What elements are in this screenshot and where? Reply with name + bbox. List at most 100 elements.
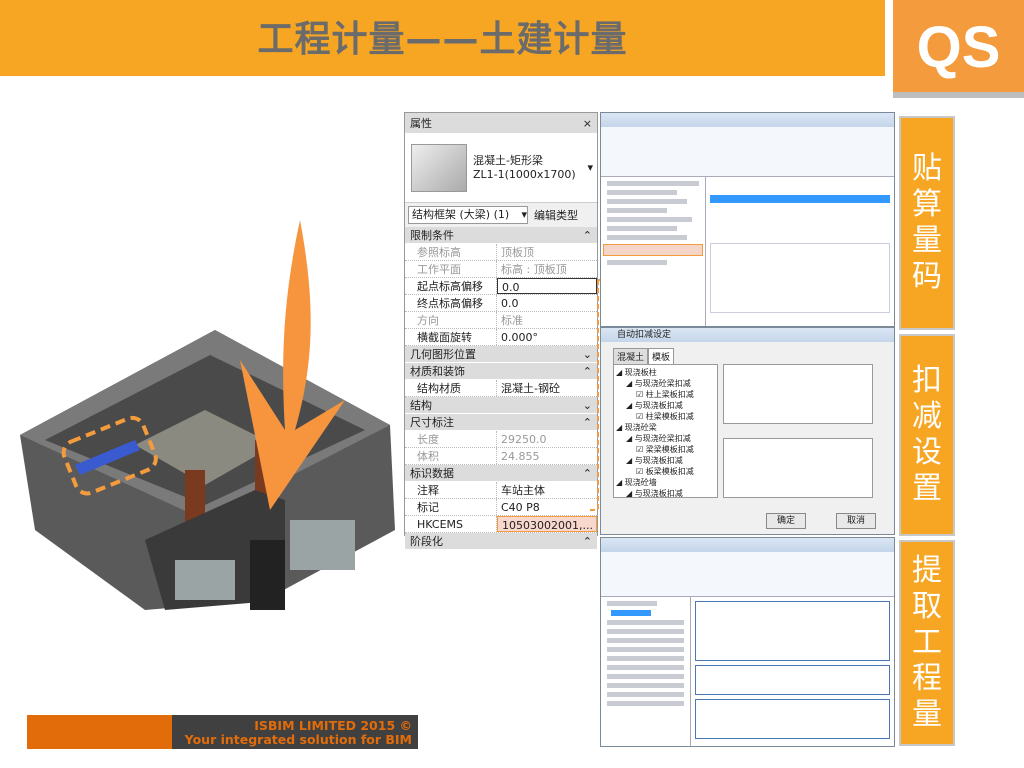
section-name: 标识数据 (410, 467, 454, 480)
property-row: 起点标高偏移 0.0 (405, 278, 597, 295)
tree-item[interactable]: ◢ 与现浇砼梁扣减 (616, 433, 715, 444)
property-value[interactable]: 0.0 (497, 278, 597, 294)
tree-item[interactable]: ◢ 与现浇板扣减 (616, 488, 715, 499)
collapse-icon[interactable]: ⌃ (583, 533, 592, 549)
tabs: 混凝土 模板 (613, 348, 675, 365)
properties-panel: 属性 × 混凝土-矩形梁 ZL1-1(1000x1700) ▾ 结构框架 (大梁) … (404, 112, 598, 550)
section-header[interactable]: 尺寸标注 ⌃ (405, 414, 597, 431)
tree-item-label: 与现浇板扣减 (634, 489, 683, 498)
tree-item-label: 与现浇板扣减 (634, 401, 683, 410)
building-model-image (20, 220, 395, 610)
tree-item[interactable]: ☑ 柱上梁板扣减 (616, 389, 715, 400)
tree-item[interactable]: ◢ 与现浇板扣减 (616, 400, 715, 411)
property-value: 24.855 (501, 450, 540, 463)
property-name: 横截面旋转 (405, 329, 497, 345)
section-header[interactable]: 几何图形位置 ⌄ (405, 346, 597, 363)
property-row: 工作平面 标高 : 顶板顶 (405, 261, 597, 278)
property-row: 终点标高偏移 0.0 (405, 295, 597, 312)
category-value: 结构框架 (大梁) (1) (412, 208, 510, 221)
tree-item-label: 与现浇板扣减 (634, 456, 683, 465)
category-select[interactable]: 结构框架 (大梁) (1) ▾ (408, 206, 528, 224)
tree-item[interactable]: ☑ 梁梁模板扣减 (616, 444, 715, 455)
property-value[interactable]: 车站主体 (497, 482, 597, 498)
section-name: 尺寸标注 (410, 416, 454, 429)
dialog-title: 自动扣减设定 (601, 328, 894, 342)
section-header[interactable]: 材质和装饰 ⌃ (405, 363, 597, 380)
tree-item-label: 梁梁模板扣减 (645, 445, 694, 454)
tree-item-label: 现浇砼墙 (624, 478, 657, 487)
section-name: 材质和装饰 (410, 365, 465, 378)
ribbon (601, 127, 894, 177)
auto-deduction-dialog: 自动扣减设定 混凝土 模板 ◢ 现浇板柱 ◢ 与现浇砼梁扣减 ☑ 柱上梁板扣减 ◢ 与… (600, 327, 895, 535)
cancel-button[interactable]: 取消 (836, 513, 876, 529)
tab-formwork[interactable]: 模板 (648, 348, 675, 365)
tree-item-label: 柱上梁板扣减 (645, 390, 694, 399)
property-value[interactable]: C40 P8 (497, 499, 597, 515)
edit-type-button[interactable]: 编辑类型 (534, 207, 578, 223)
property-row: 横截面旋转 0.000° (405, 329, 597, 346)
section-header[interactable]: 阶段化 ⌃ (405, 533, 597, 550)
type-selector[interactable]: 混凝土-矩形梁 ZL1-1(1000x1700) ▾ (405, 133, 597, 203)
tree-item-label: 现浇板柱 (624, 368, 657, 377)
section-header[interactable]: 标识数据 ⌃ (405, 465, 597, 482)
footer-accent (27, 715, 172, 749)
tree-item[interactable]: ◢ 与现浇砼梁扣减 (616, 378, 715, 389)
property-row: 结构材质 混凝土-钢砼 (405, 380, 597, 397)
tree-item[interactable]: ☑ 板梁模板扣减 (616, 466, 715, 477)
window-titlebar (601, 113, 894, 127)
chevron-down-icon: ▾ (521, 208, 527, 221)
code-assignment-window (600, 112, 895, 327)
code-tree[interactable] (601, 177, 706, 326)
step-label-deduction: 扣减设置 (899, 334, 955, 536)
footer-tagline: Your integrated solution for BIM (184, 732, 412, 747)
property-value: 标高 : 顶板顶 (501, 263, 567, 276)
close-icon[interactable]: × (583, 117, 592, 130)
beam-thumbnail (411, 143, 467, 192)
ok-button[interactable]: 确定 (766, 513, 806, 529)
property-name: 结构材质 (405, 380, 497, 396)
section-name: 结构 (410, 399, 432, 412)
element-tree[interactable] (601, 597, 691, 746)
dropdown-icon: ▾ (587, 161, 593, 174)
type-name: ZL1-1(1000x1700) (473, 167, 576, 181)
family-name: 混凝土-矩形梁 (473, 153, 543, 167)
property-value[interactable]: 混凝土-钢砼 (497, 380, 597, 396)
property-name: 注释 (405, 482, 497, 498)
property-value[interactable]: 0.000° (497, 329, 597, 345)
summary-table (695, 665, 890, 695)
window-titlebar (601, 538, 894, 552)
property-row: 体积 24.855 (405, 448, 597, 465)
tree-item[interactable]: ◢ 现浇砼梁 (616, 422, 715, 433)
code-details (710, 243, 890, 313)
ribbon (601, 552, 894, 597)
quantity-table (695, 601, 890, 661)
tree-item[interactable]: ◢ 现浇砼墙 (616, 477, 715, 488)
footer-text: ISBIM LIMITED 2015 © Your integrated solu… (172, 715, 418, 749)
tab-concrete[interactable]: 混凝土 (613, 348, 649, 365)
selected-code-row[interactable] (710, 195, 890, 203)
property-name: 参照标高 (405, 244, 497, 260)
property-row: HKCEMS 10503002001,... (405, 516, 597, 533)
property-name: 长度 (405, 431, 497, 447)
property-row: 参照标高 顶板顶 (405, 244, 597, 261)
tree-item-label: 柱梁模板扣减 (645, 412, 694, 421)
qs-logo: QS (893, 0, 1024, 98)
tree-item[interactable]: ◢ 与现浇板扣减 (616, 455, 715, 466)
deduction-tree[interactable]: ◢ 现浇板柱 ◢ 与现浇砼梁扣减 ☑ 柱上梁板扣减 ◢ 与现浇板扣减 ☑ 柱梁模板扣减 ◢… (613, 364, 718, 498)
property-value[interactable]: 10503002001,... (497, 516, 597, 532)
tree-item-label: 现浇砼梁 (624, 423, 657, 432)
property-name: 终点标高偏移 (405, 295, 497, 311)
tree-item[interactable]: ◢ 现浇板柱 (616, 367, 715, 378)
tree-item-label: 与现浇砼梁扣减 (634, 434, 691, 443)
property-name: 标记 (405, 499, 497, 515)
section-header[interactable]: 结构 ⌄ (405, 397, 597, 414)
section-name: 阶段化 (410, 535, 443, 548)
property-value[interactable]: 0.0 (497, 295, 597, 311)
step-label-code: 贴算量码 (899, 116, 955, 330)
collapse-icon[interactable]: ⌃ (583, 227, 592, 243)
section-name: 几何图形位置 (410, 348, 476, 361)
step-label-extract: 提取工程量 (899, 540, 955, 746)
tree-item[interactable]: ☑ 柱梁模板扣减 (616, 411, 715, 422)
property-name: 方向 (405, 312, 497, 328)
section-header[interactable]: 限制条件 ⌃ (405, 227, 597, 244)
